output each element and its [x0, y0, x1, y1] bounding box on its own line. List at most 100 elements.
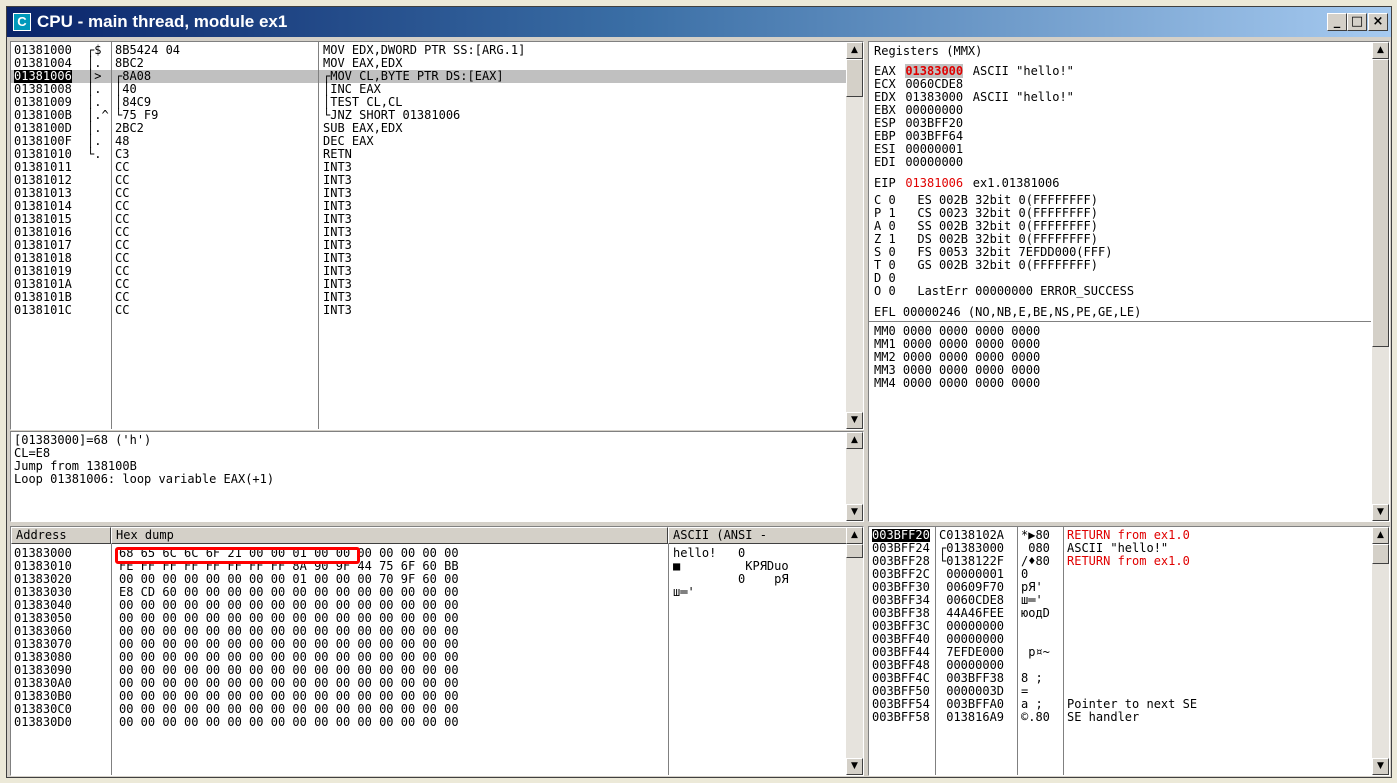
info-scrollbar[interactable]: ▲ ▼	[846, 432, 863, 521]
register-ebp[interactable]: EBP 003BFF64	[874, 125, 963, 143]
disasm-row[interactable]: 0138101A CC INT3	[11, 278, 846, 291]
highlight-box	[115, 547, 360, 564]
flag-segment-line[interactable]: C 0 ES 002B 32bit 0(FFFFFFFF)	[874, 194, 1098, 207]
disasm-row[interactable]: 01381018 CC INT3	[11, 252, 846, 265]
register-ecx[interactable]: ECX 0060CDE8	[874, 73, 963, 91]
scroll-up-icon[interactable]: ▲	[846, 527, 863, 544]
dump-ascii: ■ КРЯDuo	[673, 559, 789, 573]
scroll-up-icon[interactable]: ▲	[846, 432, 863, 449]
flag-segment-line[interactable]: D 0	[874, 272, 896, 285]
col-ascii-header[interactable]: ASCII (ANSI -	[668, 527, 848, 544]
minimize-button[interactable]: _	[1327, 13, 1347, 31]
scroll-thumb[interactable]	[1372, 544, 1389, 564]
register-comment: ASCII "hello!"	[972, 90, 1074, 104]
disasm-row[interactable]: 01381019 CC INT3	[11, 265, 846, 278]
disasm-row[interactable]: 01381013 CC INT3	[11, 187, 846, 200]
scroll-down-icon[interactable]: ▼	[1372, 504, 1389, 521]
disasm-row[interactable]: 0138100F │. 48 DEC EAX	[11, 135, 846, 148]
registers-scrollbar[interactable]: ▲ ▼	[1372, 42, 1389, 521]
register-esp[interactable]: ESP 003BFF20	[874, 112, 963, 130]
disasm-row[interactable]: 01381011 CC INT3	[11, 161, 846, 174]
disasm-address: 0138101B	[14, 290, 72, 304]
disasm-address: 01381014	[14, 199, 72, 213]
flag-segment-line[interactable]: P 1 CS 0023 32bit 0(FFFFFFFF)	[874, 207, 1098, 220]
scroll-down-icon[interactable]: ▼	[1372, 758, 1389, 775]
disasm-instruction: INT3	[323, 225, 352, 239]
disasm-hex: CC	[115, 277, 130, 291]
register-edi[interactable]: EDI 00000000	[874, 151, 963, 169]
divider	[869, 321, 1371, 322]
registers-pane[interactable]: Registers (MMX) EAX 01383000 ASCII "hello…	[868, 41, 1390, 522]
stack-value: ┌01383000	[939, 541, 1005, 555]
disasm-mark: │.	[87, 56, 102, 70]
hex-dump-pane[interactable]: Address Hex dump ASCII (ANSI - 01383000 6…	[10, 526, 864, 776]
disasm-row[interactable]: 0138101B CC INT3	[11, 291, 846, 304]
register-eip[interactable]: EIP 01381006 ex1.01381006	[874, 172, 1059, 191]
mmx-register[interactable]: MM0 0000 0000 0000 0000	[874, 325, 1040, 338]
scroll-up-icon[interactable]: ▲	[1372, 42, 1389, 59]
flag-segment-line[interactable]: A 0 SS 002B 32bit 0(FFFFFFFF)	[874, 220, 1098, 233]
dump-hex: 00 00 00 00 00 00 00 00 01 00 00 00 70 9…	[119, 572, 459, 586]
disasm-row[interactable]: 01381010 └. C3 RETN	[11, 148, 846, 161]
disasm-instruction: │TEST CL,CL	[323, 95, 403, 109]
register-esi[interactable]: ESI 00000001	[874, 138, 963, 156]
scroll-up-icon[interactable]: ▲	[846, 42, 863, 59]
disasm-address: 01381000	[14, 43, 72, 57]
disasm-address: 0138101A	[14, 277, 72, 291]
disasm-hex: CC	[115, 251, 130, 265]
flag-segment-line[interactable]: Z 1 DS 002B 32bit 0(FFFFFFFF)	[874, 233, 1098, 246]
scroll-thumb[interactable]	[846, 544, 863, 558]
disasm-hex: CC	[115, 264, 130, 278]
maximize-button[interactable]: □	[1347, 13, 1367, 31]
mmx-register[interactable]: MM3 0000 0000 0000 0000	[874, 364, 1040, 377]
disasm-row[interactable]: 0138101C CC INT3	[11, 304, 846, 317]
stack-scrollbar[interactable]: ▲ ▼	[1372, 527, 1389, 775]
scroll-down-icon[interactable]: ▼	[846, 758, 863, 775]
col-hex-header[interactable]: Hex dump	[111, 527, 668, 544]
flag-segment-line[interactable]: T 0 GS 002B 32bit 0(FFFFFFFF)	[874, 259, 1098, 272]
dump-scrollbar[interactable]: ▲ ▼	[846, 527, 863, 775]
disasm-hex: 2BC2	[115, 121, 144, 135]
disassembly-pane[interactable]: 01381000 ┌$ 8B5424 04 MOV EDX,DWORD PTR SS:…	[10, 41, 864, 430]
col-address-header[interactable]: Address	[11, 527, 111, 544]
disasm-mark: │.	[87, 134, 102, 148]
mmx-register[interactable]: MM2 0000 0000 0000 0000	[874, 351, 1040, 364]
dump-address: 01383080	[14, 650, 72, 664]
stack-pane[interactable]: 003BFF20 C0138102A *▶80 RETURN from ex1.0 00…	[868, 526, 1390, 776]
disasm-instruction: INT3	[323, 212, 352, 226]
disasm-row[interactable]: 01381014 CC INT3	[11, 200, 846, 213]
dump-hex: E8 CD 60 00 00 00 00 00 00 00 00 00 00 0…	[119, 585, 459, 599]
info-line: [01383000]=68 ('h')	[14, 433, 152, 447]
flag-segment-line[interactable]: S 0 FS 0053 32bit 7EFDD000(FFF)	[874, 246, 1112, 259]
scroll-down-icon[interactable]: ▼	[846, 504, 863, 521]
disasm-row[interactable]: 01381012 CC INT3	[11, 174, 846, 187]
stack-row[interactable]: 003BFF58 013816A9 ©.80 SE handler	[869, 711, 1372, 724]
info-pane[interactable]: [01383000]=68 ('h') CL=E8 Jump from 138100…	[10, 431, 864, 522]
disasm-scrollbar[interactable]: ▲ ▼	[846, 42, 863, 429]
stack-comment: RETURN from ex1.0	[1067, 554, 1190, 568]
dump-row[interactable]: 013830D0 00 00 00 00 00 00 00 00 00 00 00…	[11, 716, 846, 729]
register-value[interactable]: 00000000	[905, 155, 963, 169]
disasm-instruction: INT3	[323, 238, 352, 252]
mmx-register[interactable]: MM4 0000 0000 0000 0000	[874, 377, 1040, 390]
register-edx[interactable]: EDX 01383000 ASCII "hello!"	[874, 86, 1074, 104]
mmx-register[interactable]: MM1 0000 0000 0000 0000	[874, 338, 1040, 351]
scroll-up-icon[interactable]: ▲	[1372, 527, 1389, 544]
close-button[interactable]: ×	[1368, 13, 1388, 31]
disasm-row[interactable]: 0138100D │. 2BC2 SUB EAX,EDX	[11, 122, 846, 135]
disasm-instruction: INT3	[323, 160, 352, 174]
disasm-row[interactable]: 01381016 CC INT3	[11, 226, 846, 239]
scroll-down-icon[interactable]: ▼	[846, 412, 863, 429]
register-ebx[interactable]: EBX 00000000	[874, 99, 963, 117]
flag-segment-line[interactable]: O 0 LastErr 00000000 ERROR_SUCCESS	[874, 285, 1134, 298]
disasm-row[interactable]: 01381015 CC INT3	[11, 213, 846, 226]
title-bar[interactable]: C CPU - main thread, module ex1 _ □ ×	[7, 7, 1391, 37]
register-efl[interactable]: EFL 00000246 (NO,NB,E,BE,NS,PE,GE,LE)	[874, 306, 1141, 319]
scroll-thumb[interactable]	[1372, 59, 1389, 347]
register-eax[interactable]: EAX 01383000 ASCII "hello!"	[874, 60, 1074, 78]
register-value[interactable]: 01381006	[905, 176, 963, 190]
disasm-hex: C3	[115, 147, 130, 161]
disasm-address: 01381015	[14, 212, 72, 226]
scroll-thumb[interactable]	[846, 59, 863, 97]
disasm-row[interactable]: 01381017 CC INT3	[11, 239, 846, 252]
